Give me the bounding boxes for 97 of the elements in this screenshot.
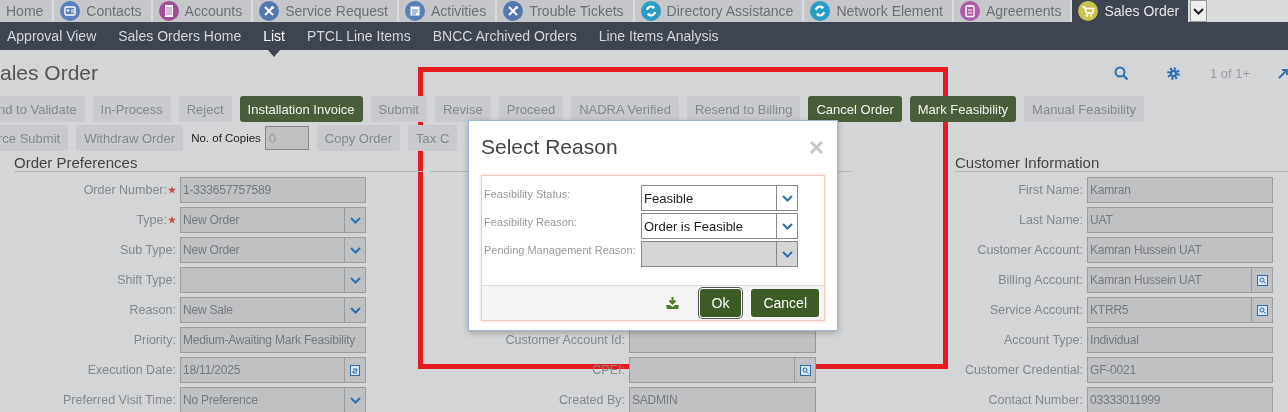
dropdown-field[interactable]: New Sale [180,297,366,323]
field-label: Execution Date: [87,363,176,377]
screen-tab[interactable]: Network Element [804,0,952,22]
field-label: Last Name: [1019,213,1083,227]
page-title: ales Order [0,61,99,85]
section-title: Order Preferences [14,154,138,171]
view-link[interactable]: Sales Orders Home [114,22,246,50]
dialog-button[interactable]: Ok [699,289,742,317]
field-label: Customer Account: [977,243,1083,257]
dropdown-field[interactable] [180,267,366,293]
record-counter: 1 of 1+ [1209,65,1250,81]
field-label: Reason: [129,303,176,317]
field-label: Contact Number: [988,393,1083,407]
screen-tab[interactable]: Home [0,0,53,22]
chevron-down-icon [349,216,361,224]
field-label: Created By: [559,393,625,407]
calendar-icon[interactable] [350,364,360,376]
screen-tab[interactable]: Contacts [54,0,151,22]
view-link[interactable]: PTCL Line Items [303,22,415,50]
search-icon[interactable] [1256,304,1268,316]
action-button[interactable]: Withdraw Order [76,125,184,151]
view-link[interactable]: Approval View [3,22,101,50]
field-label: Type: [136,213,167,227]
expand-icon[interactable] [1278,67,1288,79]
field-label: Account Type: [1004,333,1083,347]
field-label: First Name: [1018,183,1083,197]
action-button[interactable]: In-Process [92,96,171,122]
search-icon[interactable] [1256,274,1268,286]
field-label: Feasibility Status: [484,187,572,200]
field-label: Pending Management Reason: [484,243,637,256]
input-field[interactable]: 03333011999 [1087,387,1273,412]
screen-tab[interactable]: Accounts [152,0,252,22]
action-button[interactable]: Revise [434,96,491,122]
action-button[interactable]: Installation Invoice [239,96,363,122]
section-title: Customer Information [955,154,1100,171]
lookup-field[interactable]: Kamran Hussein UAT [1087,267,1273,293]
action-button[interactable]: Tax C [408,125,458,151]
field-label: Preferred Visit Time: [63,393,176,407]
chevron-down-icon [781,222,793,230]
action-button[interactable]: Resend to Billing [686,96,801,122]
tab-overflow-button[interactable] [1190,0,1208,22]
lookup-field[interactable]: KTRR5 [1087,297,1273,323]
input-field[interactable]: Kamran Hussein UAT [1087,237,1273,263]
field-label: Feasibility Reason: [484,215,578,228]
action-button[interactable]: Copy Order [316,125,401,151]
dropdown-field[interactable]: Order is Feasible [641,213,798,239]
date-field[interactable]: 18/11/2025 [180,357,366,383]
screen-tab[interactable]: Service Request [253,0,397,22]
dialog-button[interactable]: Cancel [751,289,819,317]
input-field[interactable]: Kamran [1087,177,1273,203]
download-icon[interactable] [664,297,680,309]
field-label: Service Account: [989,303,1083,317]
field-label: Shift Type: [117,273,176,287]
action-button[interactable]: Proceed [498,96,564,122]
view-link[interactable]: BNCC Archived Orders [428,22,581,50]
dropdown-field[interactable]: Feasible [641,185,798,211]
chevron-down-icon [349,276,361,284]
field-label: Billing Account: [998,273,1083,287]
screen-tab[interactable]: Trouble Tickets [497,0,633,22]
dropdown-field[interactable]: No Preference [180,387,366,412]
chevron-down-icon [349,396,361,404]
search-icon[interactable] [799,364,811,376]
lookup-field[interactable] [629,357,816,383]
action-button[interactable]: Mark Feasibility [909,96,1017,122]
chevron-down-icon [781,250,793,258]
chevron-down-icon [349,306,361,314]
dropdown-field[interactable]: New Order [180,237,366,263]
input-field[interactable]: UAT [1087,207,1273,233]
screen-tab[interactable]: Sales Order [1072,0,1189,22]
input-field[interactable]: 1-333657757589 [180,177,366,203]
chevron-down-icon [1193,7,1205,15]
settings-icon[interactable] [1165,65,1181,81]
input-field[interactable]: Individual [1087,327,1273,353]
chevron-down-icon [781,194,793,202]
action-button[interactable]: Cancel Order [808,96,902,122]
input-field[interactable]: SADMIN [629,387,816,412]
field-label: Customer Credential: [964,363,1083,377]
view-link[interactable]: List [259,22,289,50]
field-label: Priority: [133,333,176,347]
view-link[interactable]: Line Items Analysis [594,22,723,50]
screen-tab[interactable]: Activities [398,0,496,22]
field-label: Sub Type: [119,243,176,257]
dropdown-field[interactable]: New Order [180,207,366,233]
chevron-down-icon [349,246,361,254]
search-icon[interactable] [1113,65,1129,81]
action-button[interactable]: NADRA Verified [571,96,679,122]
screen-tab[interactable]: Directory Assistance [634,0,803,22]
dialog-title: Select Reason [481,135,618,159]
input-field[interactable]: GF-0021 [1087,357,1273,383]
input-field[interactable]: Medium-Awaiting Mark Feasibility [180,327,366,353]
field-label: No. of Copies [191,132,261,144]
field-label: Customer Account Id: [505,333,625,347]
action-button[interactable]: Submit [370,96,427,122]
screen-tab[interactable]: Agreements [954,0,1071,22]
field-label: Order Number: [83,183,167,197]
action-button[interactable]: Manual Feasibility [1024,96,1145,122]
action-button[interactable]: Reject [178,96,232,122]
